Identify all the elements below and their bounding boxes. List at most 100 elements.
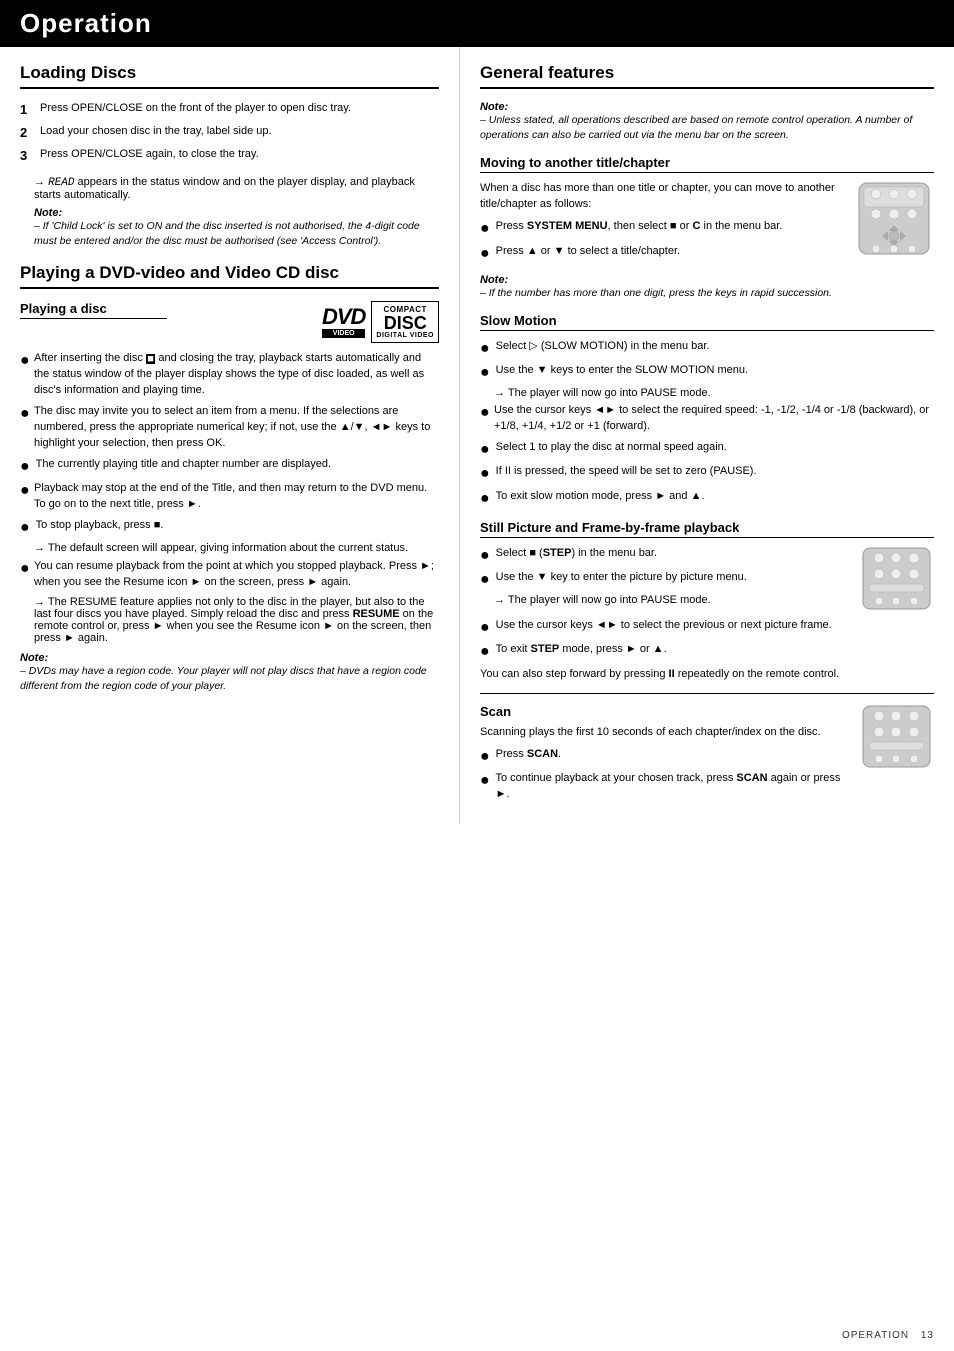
slow-bullet-2: ● Use the ▼ keys to enter the SLOW MOTIO… bbox=[480, 363, 934, 382]
playing-bullet-text-1: After inserting the disc ■ and closing t… bbox=[34, 351, 439, 399]
step-num-2: 2 bbox=[20, 124, 34, 142]
moving-note-block: Note: – If the number has more than one … bbox=[480, 274, 934, 301]
step-text-1: Press OPEN/CLOSE on the front of the pla… bbox=[40, 101, 351, 119]
bullet-icon-6: ● bbox=[20, 559, 28, 578]
step-text-3: Press OPEN/CLOSE again, to close the tra… bbox=[40, 147, 259, 165]
slow-bullet-text-5: If II is pressed, the speed will be set … bbox=[496, 464, 757, 480]
scan-divider bbox=[480, 693, 934, 694]
loading-steps-list: 1 Press OPEN/CLOSE on the front of the p… bbox=[20, 101, 439, 166]
playing-note-block: Note: – DVDs may have a region code. You… bbox=[20, 652, 439, 694]
moving-bullet-text-2: Press ▲ or ▼ to select a title/chapter. bbox=[496, 244, 680, 260]
playing-bullet-1: ● After inserting the disc ■ and closing… bbox=[20, 351, 439, 399]
logo-area: DVD VIDEO COMPACT DISC DIGITAL VIDEO bbox=[322, 301, 439, 343]
step-num-1: 1 bbox=[20, 101, 34, 119]
slow-bullet-text-3: Use the cursor keys ◄► to select the req… bbox=[494, 403, 934, 435]
loading-step3-note: READ appears in the status window and on… bbox=[34, 176, 439, 201]
bullet-icon-s4: ● bbox=[480, 440, 490, 459]
loading-note-block: Note: – If 'Child Lock' is set to ON and… bbox=[34, 207, 439, 249]
moving-bullet-2: ● Press ▲ or ▼ to select a title/chapter… bbox=[480, 244, 846, 263]
still-text-area: ● Select ■ (STEP) in the menu bar. ● Use… bbox=[480, 546, 851, 606]
still-bullet-2: ● Use the ▼ key to enter the picture by … bbox=[480, 570, 851, 589]
footer-page: 13 bbox=[921, 1330, 934, 1341]
page: Operation Loading Discs 1 Press OPEN/CLO… bbox=[0, 0, 954, 1351]
loading-step3-arrow: READ appears in the status window and on… bbox=[34, 176, 415, 201]
loading-step-3: 3 Press OPEN/CLOSE again, to close the t… bbox=[20, 147, 439, 165]
moving-intro: When a disc has more than one title or c… bbox=[480, 181, 846, 213]
scan-bullet-text-2: To continue playback at your chosen trac… bbox=[496, 771, 852, 803]
playing-bullet-2: ● The disc may invite you to select an i… bbox=[20, 404, 439, 452]
scan-remote-svg bbox=[859, 704, 934, 769]
step-remote-svg bbox=[859, 546, 934, 611]
slow-pause-text: The player will now go into PAUSE mode. bbox=[508, 387, 711, 399]
slow-bullet-1: ● Select ▷ (SLOW MOTION) in the menu bar… bbox=[480, 339, 934, 358]
still-bullet-1: ● Select ■ (STEP) in the menu bar. bbox=[480, 546, 851, 565]
moving-note-text: – If the number has more than one digit,… bbox=[480, 286, 934, 301]
content: Loading Discs 1 Press OPEN/CLOSE on the … bbox=[0, 47, 954, 824]
bullet-icon-s1: ● bbox=[480, 339, 490, 358]
playing-disc-header: Playing a disc DVD VIDEO COMPACT DISC DI… bbox=[20, 301, 439, 343]
stop-playback-arrow: The default screen will appear, giving i… bbox=[34, 542, 439, 554]
slow-bullet-text-4: Select 1 to play the disc at normal spee… bbox=[496, 440, 727, 456]
slow-bullet-text-2: Use the ▼ keys to enter the SLOW MOTION … bbox=[496, 363, 748, 379]
still-bullets1: ● Select ■ (STEP) in the menu bar. ● Use… bbox=[480, 546, 851, 589]
playing-disc-left: Playing a disc bbox=[20, 301, 322, 325]
resume-text: The RESUME feature applies not only to t… bbox=[34, 596, 433, 644]
still-bullet-4: ● To exit STEP mode, press ► or ▲. bbox=[480, 642, 934, 661]
still-bullet-text-1: Select ■ (STEP) in the menu bar. bbox=[496, 546, 657, 562]
bullet-icon-2: ● bbox=[20, 404, 28, 423]
moving-bullet-1: ● Press SYSTEM MENU, then select ■ or C … bbox=[480, 219, 846, 238]
bullet-icon-st2: ● bbox=[480, 570, 490, 589]
general-features-title: General features bbox=[480, 63, 934, 89]
footer-label: OPERATION bbox=[842, 1330, 909, 1341]
moving-title: Moving to another title/chapter bbox=[480, 155, 934, 173]
video-badge: VIDEO bbox=[322, 329, 365, 338]
bullet-icon-4: ● bbox=[20, 481, 28, 500]
dvd-logo-text: DVD bbox=[322, 306, 365, 328]
slow-pause-arrow: The player will now go into PAUSE mode. bbox=[494, 387, 934, 399]
arrow-icon-s bbox=[494, 387, 508, 399]
playing-bullet-text-2: The disc may invite you to select an ite… bbox=[34, 404, 439, 452]
resume-arrow: The RESUME feature applies not only to t… bbox=[34, 596, 439, 644]
bullet-icon-5: ● bbox=[20, 518, 30, 537]
right-column: General features Note: – Unless stated, … bbox=[460, 47, 954, 824]
loading-note-label: Note: bbox=[34, 207, 439, 219]
playing-disc-sub-title: Playing a disc bbox=[20, 301, 167, 319]
moving-remote-svg bbox=[854, 181, 934, 256]
bullet-icon-s6: ● bbox=[480, 489, 490, 508]
still-bullet-text-2: Use the ▼ key to enter the picture by pi… bbox=[496, 570, 747, 586]
slow-motion-bullets: ● Select ▷ (SLOW MOTION) in the menu bar… bbox=[480, 339, 934, 382]
playing-bullet-text-3: The currently playing title and chapter … bbox=[36, 457, 331, 473]
still-extra-text: You can also step forward by pressing II… bbox=[480, 667, 934, 683]
slow-bullet-text-1: Select ▷ (SLOW MOTION) in the menu bar. bbox=[496, 339, 710, 355]
scan-text-area: Scan Scanning plays the first 10 seconds… bbox=[480, 704, 851, 808]
slow-motion-bullets2: ● Use the cursor keys ◄► to select the r… bbox=[480, 403, 934, 507]
still-bullet-3: ● Use the cursor keys ◄► to select the p… bbox=[480, 618, 934, 637]
moving-note-label: Note: bbox=[480, 274, 934, 286]
playing-bullet-text-5: To stop playback, press ■. bbox=[36, 518, 164, 534]
bullet-icon-m2: ● bbox=[480, 244, 490, 263]
scan-bullet-2: ● To continue playback at your chosen tr… bbox=[480, 771, 851, 803]
bullet-icon-3: ● bbox=[20, 457, 30, 476]
page-header: Operation bbox=[0, 0, 954, 47]
step-text-2: Load your chosen disc in the tray, label… bbox=[40, 124, 272, 142]
moving-bullets: ● Press SYSTEM MENU, then select ■ or C … bbox=[480, 219, 846, 262]
loading-step-2: 2 Load your chosen disc in the tray, lab… bbox=[20, 124, 439, 142]
playing-bullets-list-2: ● You can resume playback from the point… bbox=[20, 559, 439, 591]
general-note-text: – Unless stated, all operations describe… bbox=[480, 113, 934, 143]
bullet-icon-1: ● bbox=[20, 351, 28, 370]
step-num-3: 3 bbox=[20, 147, 34, 165]
arrow-icon-2 bbox=[34, 542, 48, 554]
playing-note-label: Note: bbox=[20, 652, 439, 664]
still-pause-text: The player will now go into PAUSE mode. bbox=[508, 594, 711, 606]
disc-label: DISC bbox=[376, 314, 434, 332]
general-note-label: Note: bbox=[480, 101, 934, 113]
page-title: Operation bbox=[20, 8, 152, 38]
bullet-icon-sc1: ● bbox=[480, 747, 490, 766]
bullet-icon-m1: ● bbox=[480, 219, 490, 238]
loading-step-1: 1 Press OPEN/CLOSE on the front of the p… bbox=[20, 101, 439, 119]
bullet-icon-s2: ● bbox=[480, 363, 490, 382]
still-bullet-text-4: To exit STEP mode, press ► or ▲. bbox=[496, 642, 667, 658]
slow-bullet-text-6: To exit slow motion mode, press ► and ▲. bbox=[496, 489, 705, 505]
scan-bullets: ● Press SCAN. ● To continue playback at … bbox=[480, 747, 851, 803]
scan-bullet-text-1: Press SCAN. bbox=[496, 747, 561, 763]
